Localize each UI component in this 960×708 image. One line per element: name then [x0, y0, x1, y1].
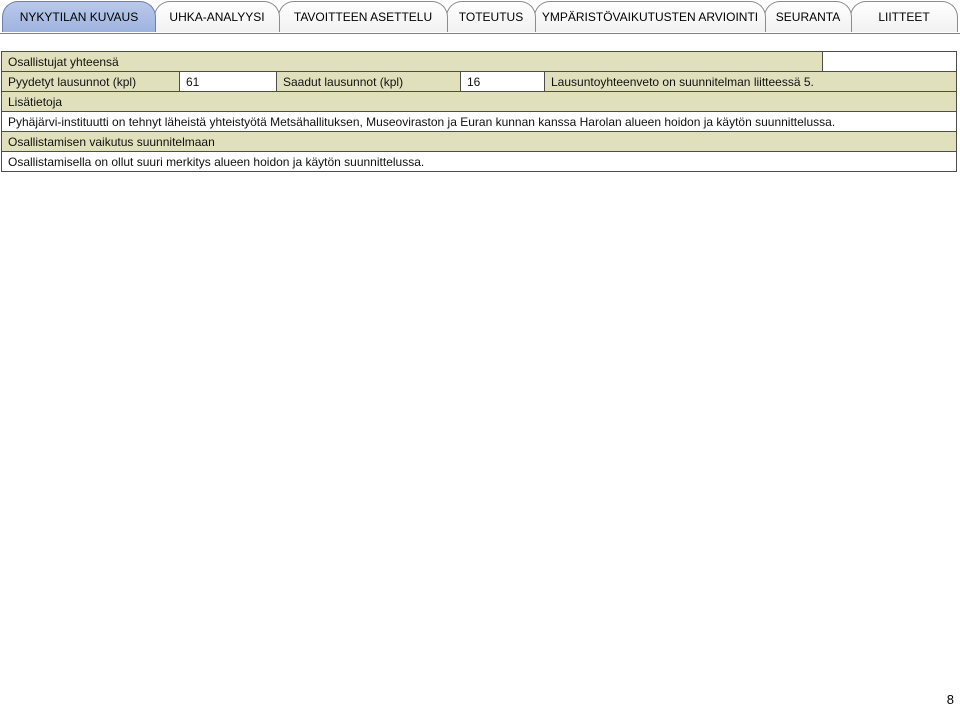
received-statements-label: Saadut lausunnot (kpl)	[276, 71, 461, 92]
tab-ymparistovaikutusten-arviointi[interactable]: YMPÄRISTÖVAIKUTUSTEN ARVIOINTI	[534, 1, 766, 32]
statements-row: Pyydetyt lausunnot (kpl) 61 Saadut lausu…	[1, 71, 957, 92]
participants-heading-row: Osallistujat yhteensä	[1, 51, 957, 72]
tab-bar: LIITTEET SEURANTA YMPÄRISTÖVAIKUTUSTEN A…	[0, 0, 960, 34]
received-statements-value: 16	[460, 71, 545, 92]
requested-statements-value: 61	[179, 71, 277, 92]
additional-info-heading: Lisätietoja	[1, 91, 957, 112]
page-number: 8	[946, 692, 954, 707]
tab-liitteet[interactable]: LIITTEET	[850, 1, 958, 32]
participants-heading-empty-cell	[822, 51, 957, 72]
requested-statements-label: Pyydetyt lausunnot (kpl)	[1, 71, 180, 92]
tab-seuranta[interactable]: SEURANTA	[764, 1, 852, 32]
participation-table: Osallistujat yhteensä Pyydetyt lausunnot…	[1, 51, 957, 172]
tab-toteutus[interactable]: TOTEUTUS	[446, 1, 536, 32]
tab-tavoitteen-asettelu[interactable]: TAVOITTEEN ASETTELU	[278, 1, 448, 32]
tab-uhka-analyysi[interactable]: UHKA-ANALYYSI	[154, 1, 280, 32]
impact-row: Osallistamisella on ollut suuri merkitys…	[1, 151, 957, 172]
impact-text: Osallistamisella on ollut suuri merkitys…	[1, 151, 957, 172]
tab-nykytilan-kuvaus[interactable]: NYKYTILAN KUVAUS	[2, 1, 156, 32]
additional-info-row: Pyhäjärvi-instituutti on tehnyt läheistä…	[1, 111, 957, 132]
tab-bar-divider	[0, 33, 960, 34]
additional-info-heading-row: Lisätietoja	[1, 91, 957, 112]
impact-heading: Osallistamisen vaikutus suunnitelmaan	[1, 131, 957, 152]
additional-info-text: Pyhäjärvi-instituutti on tehnyt läheistä…	[1, 111, 957, 132]
impact-heading-row: Osallistamisen vaikutus suunnitelmaan	[1, 131, 957, 152]
statement-summary-note: Lausuntoyhteenveto on suunnitelman liitt…	[544, 71, 957, 92]
participants-heading: Osallistujat yhteensä	[1, 51, 823, 72]
